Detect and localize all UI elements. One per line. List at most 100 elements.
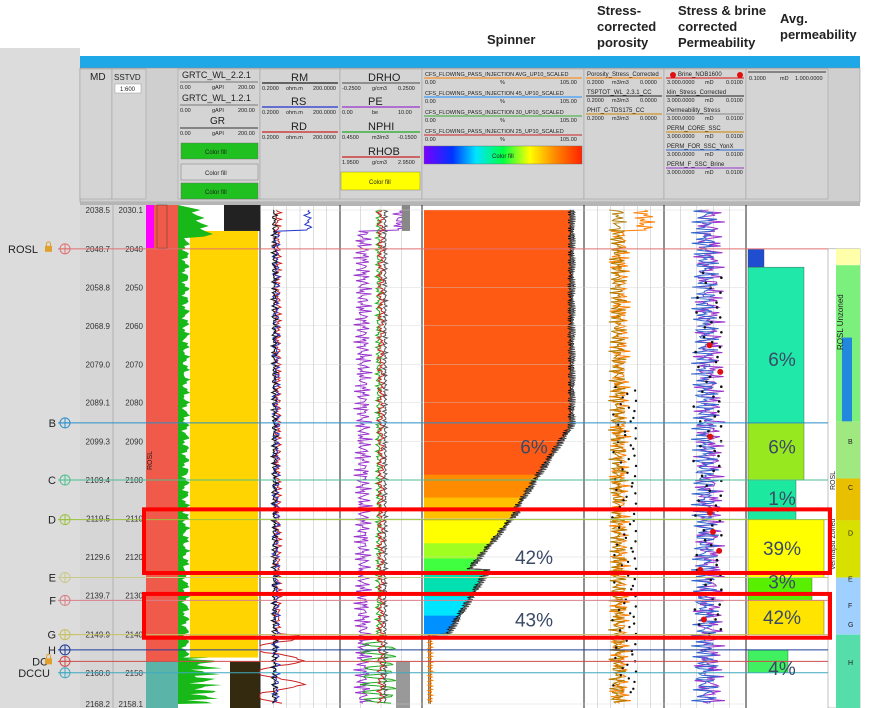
permeability-scale-unit: mD: [705, 170, 714, 176]
permeability-core-point: [697, 499, 700, 502]
gr-curve-name: GRTC_WL_1.2.1: [182, 93, 251, 103]
porosity-core-point: [634, 399, 638, 403]
avg-scale-left: 0.1000: [749, 76, 766, 82]
spinner-curve-name: CFS_FLOWING_PASS_INJECTION 30_UP10_SCALE…: [425, 110, 564, 116]
permeability-core-point: [714, 504, 718, 507]
permeability-scale-right: 0.0100: [726, 80, 743, 86]
porosity-core-point: [632, 622, 636, 625]
porosity-core-point: [623, 601, 626, 605]
spinner-scale-right: 105.00: [560, 80, 577, 86]
density-scale-unit: be: [372, 110, 378, 116]
porosity-core-point: [613, 581, 616, 584]
permeability-core-point: [717, 400, 721, 403]
marker-label: D: [48, 515, 56, 527]
permeability-core-point: [712, 469, 715, 473]
avg-permeability-percent-label: 6%: [768, 350, 796, 371]
permeability-scale-right: 0.0100: [726, 116, 743, 122]
permeability-core-point: [716, 613, 720, 616]
avg-permeability-percent-label: 42%: [763, 608, 801, 629]
porosity-scale-unit: m3/m3: [612, 116, 629, 122]
marker-label: H: [48, 645, 56, 657]
permeability-core-point: [709, 578, 713, 582]
well-log-panel: MD SSTVD 1:600 GRTC_WL_2.2.1 0.00 gAPI 200.00 G…: [0, 48, 870, 708]
permeability-core-point: [719, 628, 723, 631]
marker-label: B: [49, 418, 56, 430]
permeability-curve-name: Permeability_Stress: [667, 108, 720, 114]
porosity-core-point: [611, 516, 614, 519]
zone-cell: [836, 421, 860, 479]
porosity-core-point: [619, 403, 622, 406]
permeability-core-point: [718, 603, 721, 606]
spinner-percent-label: 6%: [520, 438, 548, 459]
res-scale-right: 200.0000: [313, 135, 336, 141]
permeability-core-point: [694, 350, 697, 354]
zone-letter: B: [848, 439, 853, 446]
density-scale-left: -0.2500: [342, 86, 361, 92]
marker-label: ROSL: [8, 244, 38, 256]
porosity-core-point: [634, 540, 637, 543]
zone-cell: [836, 634, 860, 708]
gr-top-black-fill: [224, 205, 260, 231]
permeability-core-point: [712, 395, 715, 398]
permeability-brine-point: [717, 368, 724, 375]
spinner-scale-unit: %: [500, 137, 505, 143]
md-depth-label: 2068.9: [86, 322, 111, 331]
permeability-core-point: [710, 524, 714, 527]
sstvd-depth-label: 2030.1: [119, 206, 144, 215]
porosity-core-point: [624, 536, 628, 540]
porosity-core-point: [628, 612, 632, 615]
porosity-core-point: [630, 547, 633, 550]
sstvd-depth-label: 2120: [125, 553, 143, 562]
spinner-scale-left: 0.00: [425, 137, 436, 143]
marker-label: DCCU: [18, 668, 50, 680]
porosity-core-point: [632, 416, 635, 420]
header-title-bar: [80, 56, 860, 68]
porosity-core-point: [618, 629, 622, 632]
permeability-core-point: [709, 543, 713, 547]
porosity-header-box: [583, 68, 665, 200]
permeability-core-point: [714, 360, 718, 364]
porosity-core-point: [613, 553, 616, 557]
porosity-core-point: [620, 564, 623, 567]
porosity-core-point: [634, 643, 637, 646]
sstvd-depth-label: 2130: [125, 591, 143, 600]
res-scale-right: 200.0000: [313, 86, 336, 92]
permeability-core-point: [718, 316, 722, 319]
permeability-core-point: [695, 553, 699, 557]
sstvd-depth-label: 2090: [125, 438, 143, 447]
color-fill-label: Color fill: [492, 154, 514, 160]
zone-letter: E: [848, 576, 853, 583]
spinner-scale-right: 105.00: [560, 99, 577, 105]
permeability-core-point: [710, 321, 713, 324]
res-scale-unit: ohm.m: [286, 135, 303, 141]
marker-label: C: [48, 475, 56, 487]
gr-curve-name: GR: [210, 116, 225, 127]
porosity-core-point: [626, 471, 629, 475]
gr-scale-right: 200.00: [238, 108, 255, 114]
zone-letter: F: [848, 603, 852, 610]
permeability-brine-point: [707, 433, 714, 440]
sstvd-depth-label: 2080: [125, 399, 143, 408]
permeability-core-point: [720, 588, 723, 592]
porosity-scale-unit: m3/m3: [612, 80, 629, 86]
gr-scale-left: 0.00: [180, 131, 191, 137]
permeability-scale-left: 3.000.0000: [667, 134, 695, 140]
density-curve-name: NPHI: [368, 121, 394, 133]
porosity-core-point: [623, 430, 627, 433]
avg-scale-right: 1.000.0000: [795, 76, 823, 82]
permeability-core-point: [715, 563, 718, 567]
resistivity-curve-name: RS: [291, 96, 306, 108]
porosity-core-point: [621, 396, 624, 399]
color-fill-label: Color fill: [369, 180, 391, 186]
density-scale-right: 2.9500: [398, 160, 415, 166]
density-scale-right: 10.00: [398, 110, 412, 116]
md-depth-label: 2168.2: [86, 700, 111, 708]
porosity-core-point: [611, 619, 614, 622]
permeability-scale-left: 3.000.0000: [667, 80, 695, 86]
permeability-core-point: [716, 355, 719, 359]
zone-letter: H: [848, 660, 853, 667]
porosity-core-point: [621, 666, 624, 670]
density-curve-name: RHOB: [368, 146, 400, 158]
porosity-column-header: Stress- corrected porosity: [597, 3, 657, 50]
permeability-scale-right: 0.0100: [726, 134, 743, 140]
